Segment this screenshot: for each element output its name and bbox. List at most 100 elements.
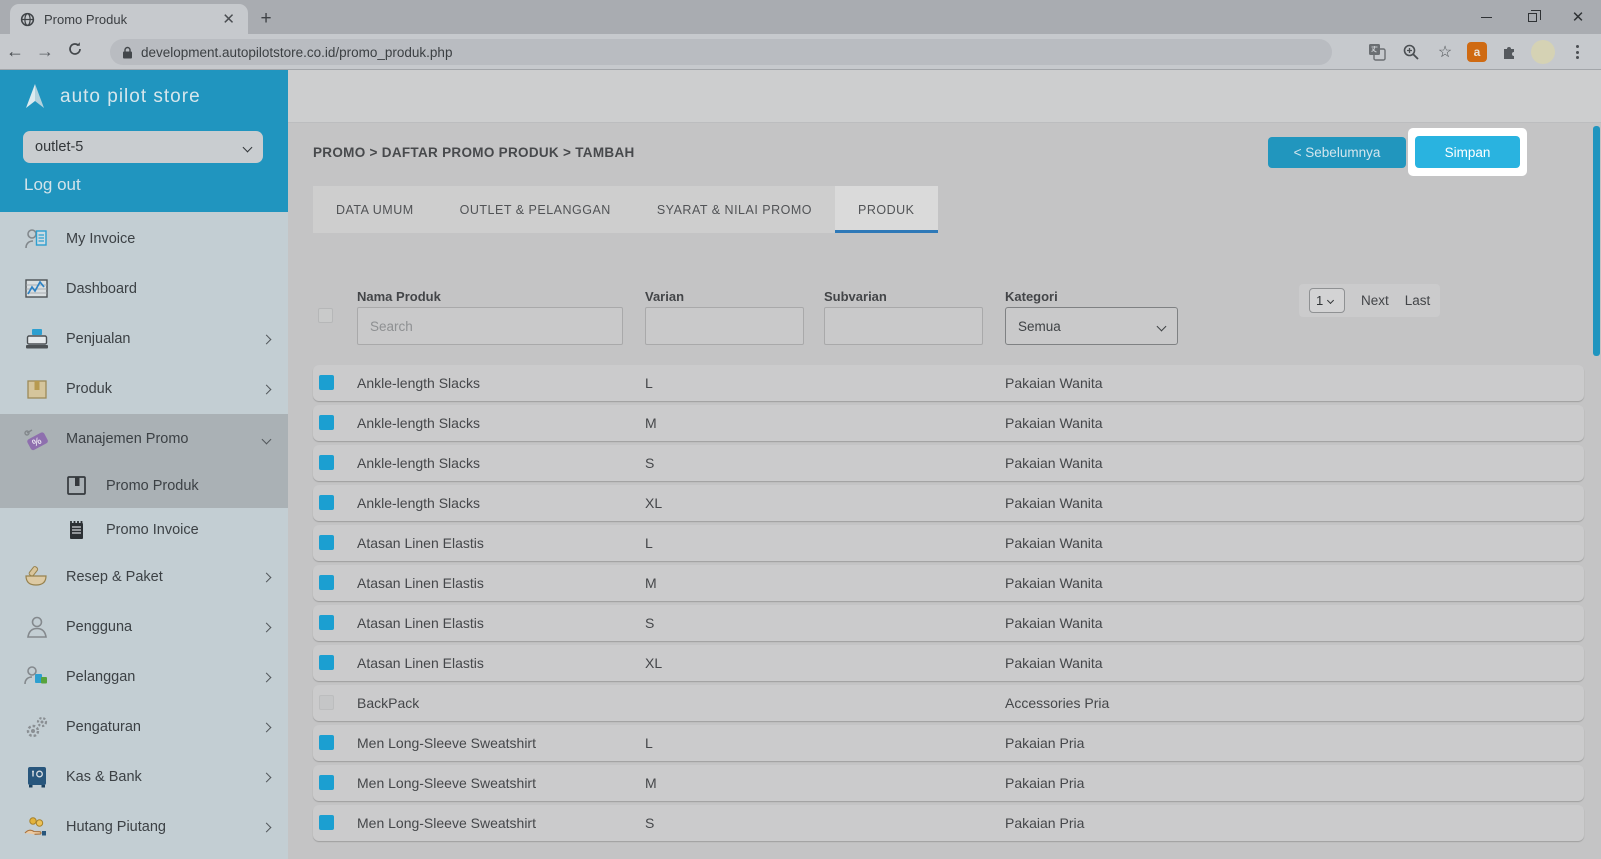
- table-row[interactable]: Atasan Linen ElastisMPakaian Wanita: [313, 565, 1584, 601]
- browser-menu-icon[interactable]: [1565, 40, 1589, 64]
- row-varian: S: [645, 605, 654, 641]
- profile-avatar[interactable]: [1531, 40, 1555, 64]
- table-row[interactable]: Atasan Linen Elastis L Pakaian Wanita: [313, 525, 1584, 561]
- sidebar-item-label: Promo Invoice: [106, 522, 270, 538]
- row-checkbox[interactable]: [319, 655, 334, 670]
- browser-toolbar: ← → development.autopilotstore.co.id/pro…: [0, 34, 1601, 70]
- tab-syarat-nilai-promo[interactable]: SYARAT & NILAI PROMO: [634, 186, 835, 233]
- kas-bank-icon: [22, 763, 52, 791]
- table-row[interactable]: Ankle-length SlacksMPakaian Wanita: [313, 405, 1584, 441]
- table-row[interactable]: Ankle-length SlacksLPakaian Wanita: [313, 365, 1584, 401]
- chevron-down-icon: [243, 142, 253, 152]
- previous-button[interactable]: < Sebelumnya: [1268, 137, 1406, 168]
- sidebar-item-kas-bank[interactable]: Kas & Bank: [0, 752, 288, 802]
- table-row[interactable]: Ankle-length SlacksXLPakaian Wanita: [313, 485, 1584, 521]
- extensions-puzzle-icon[interactable]: [1497, 40, 1521, 64]
- minimize-icon: [1481, 17, 1492, 18]
- forward-icon[interactable]: →: [30, 41, 60, 62]
- browser-tab[interactable]: Promo Produk ✕: [10, 4, 248, 34]
- subvarian-input[interactable]: [824, 307, 983, 345]
- sidebar-item-penjualan[interactable]: Penjualan: [0, 314, 288, 364]
- table-row[interactable]: Men Long-Sleeve SweatshirtSPakaian Pria: [313, 805, 1584, 841]
- table-row[interactable]: Men Long-Sleeve SweatshirtLPakaian Pria: [313, 725, 1584, 761]
- sidebar-item-resep-paket[interactable]: Resep & Paket: [0, 552, 288, 602]
- tabstrip: DATA UMUMOUTLET & PELANGGANSYARAT & NILA…: [313, 186, 938, 233]
- my-invoice-icon: [22, 225, 52, 253]
- window-close-button[interactable]: ✕: [1555, 0, 1601, 34]
- browser-titlebar: Promo Produk ✕ + ✕: [0, 0, 1601, 34]
- chevron-right-icon: [262, 722, 272, 732]
- row-checkbox[interactable]: [319, 455, 334, 470]
- outlet-select[interactable]: outlet-5: [23, 131, 263, 163]
- row-product-name: Atasan Linen Elastis: [357, 525, 484, 561]
- row-varian: M: [645, 765, 657, 801]
- tab-data-umum[interactable]: DATA UMUM: [313, 186, 437, 233]
- row-checkbox[interactable]: [319, 775, 334, 790]
- sidebar-item-pengguna[interactable]: Pengguna: [0, 602, 288, 652]
- sidebar-item-my-invoice[interactable]: My Invoice: [0, 214, 288, 264]
- url-bar[interactable]: development.autopilotstore.co.id/promo_p…: [110, 39, 1332, 65]
- sidebar-item-promo-invoice[interactable]: Promo Invoice: [0, 508, 288, 552]
- row-varian: S: [645, 445, 654, 481]
- row-checkbox[interactable]: [319, 735, 334, 750]
- table-row[interactable]: Atasan Linen ElastisXLPakaian Wanita: [313, 645, 1584, 681]
- chevron-right-icon: [262, 822, 272, 832]
- row-checkbox[interactable]: [319, 615, 334, 630]
- sidebar-item-promo-produk[interactable]: Promo Produk: [0, 464, 288, 508]
- page-select[interactable]: 1: [1309, 288, 1345, 313]
- tab-close-icon[interactable]: ✕: [219, 10, 238, 28]
- table-row[interactable]: Men Long-Sleeve SweatshirtMPakaian Pria: [313, 765, 1584, 801]
- row-varian: S: [645, 805, 654, 841]
- kategori-select-value: Semua: [1018, 319, 1061, 334]
- select-all-checkbox[interactable]: [318, 308, 333, 323]
- zoom-icon[interactable]: [1399, 40, 1423, 64]
- row-kategori: Pakaian Wanita: [1005, 645, 1103, 681]
- table-row[interactable]: Ankle-length SlacksSPakaian Wanita: [313, 445, 1584, 481]
- row-checkbox[interactable]: [319, 495, 334, 510]
- row-checkbox[interactable]: [319, 535, 334, 550]
- bookmark-star-icon[interactable]: ☆: [1433, 40, 1457, 64]
- sidebar-item-pengaturan[interactable]: Pengaturan: [0, 702, 288, 752]
- sidebar-item-pelanggan[interactable]: Pelanggan: [0, 652, 288, 702]
- pengguna-icon: [22, 613, 52, 641]
- varian-input[interactable]: [645, 307, 804, 345]
- translate-icon[interactable]: [1365, 40, 1389, 64]
- varian-column-label: Varian: [645, 289, 684, 304]
- next-page-link[interactable]: Next: [1361, 293, 1389, 308]
- row-kategori: Pakaian Wanita: [1005, 525, 1103, 561]
- reload-icon[interactable]: [60, 41, 90, 62]
- row-checkbox[interactable]: [319, 695, 334, 710]
- pengaturan-icon: [22, 713, 52, 741]
- logout-link[interactable]: Log out: [24, 175, 81, 195]
- row-varian: L: [645, 525, 653, 561]
- sidebar-item-dashboard[interactable]: Dashboard: [0, 264, 288, 314]
- row-checkbox[interactable]: [319, 415, 334, 430]
- kategori-select[interactable]: Semua: [1005, 307, 1178, 345]
- row-checkbox[interactable]: [319, 375, 334, 390]
- row-varian: M: [645, 405, 657, 441]
- table-row[interactable]: Atasan Linen ElastisSPakaian Wanita: [313, 605, 1584, 641]
- resep-paket-icon: [22, 563, 52, 591]
- window-minimize-button[interactable]: [1463, 0, 1509, 34]
- table-row[interactable]: BackPackAccessories Pria: [313, 685, 1584, 721]
- row-kategori: Accessories Pria: [1005, 685, 1109, 721]
- main-scrollbar[interactable]: [1593, 126, 1600, 356]
- search-input[interactable]: [357, 307, 623, 345]
- window-restore-button[interactable]: [1509, 0, 1555, 34]
- new-tab-button[interactable]: +: [254, 7, 278, 31]
- sidebar-item-manajemen-promo[interactable]: %Manajemen Promo: [0, 414, 288, 464]
- store-extension-icon[interactable]: a: [1467, 42, 1487, 62]
- row-checkbox[interactable]: [319, 815, 334, 830]
- tab-produk[interactable]: PRODUK: [835, 186, 937, 233]
- sidebar-item-hutang-piutang[interactable]: Hutang Piutang: [0, 802, 288, 852]
- save-button[interactable]: Simpan: [1415, 136, 1520, 168]
- sidebar-item-label: Dashboard: [66, 281, 270, 297]
- row-kategori: Pakaian Wanita: [1005, 485, 1103, 521]
- sidebar-item-produk[interactable]: Produk: [0, 364, 288, 414]
- last-page-link[interactable]: Last: [1405, 293, 1431, 308]
- row-checkbox[interactable]: [319, 575, 334, 590]
- tab-outlet-pelanggan[interactable]: OUTLET & PELANGGAN: [437, 186, 634, 233]
- back-icon[interactable]: ←: [0, 41, 30, 62]
- chevron-right-icon: [262, 572, 272, 582]
- brand: auto pilot store: [20, 82, 201, 112]
